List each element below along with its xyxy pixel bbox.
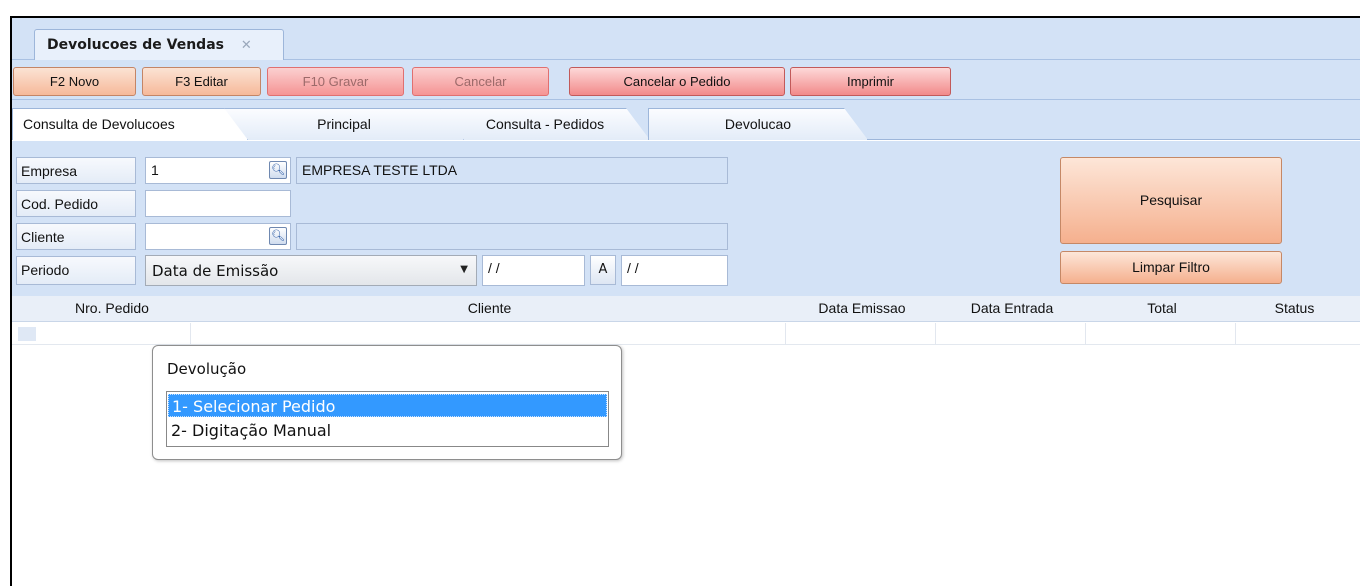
grid-header: Nro. Pedido Cliente Data Emissao Data En…	[12, 296, 1360, 322]
column-divider	[190, 323, 191, 345]
column-header-data-emissao[interactable]: Data Emissao	[787, 300, 937, 316]
option-selecionar-pedido[interactable]: 1- Selecionar Pedido	[168, 394, 607, 417]
search-button[interactable]: Pesquisar	[1060, 157, 1282, 244]
column-header-total[interactable]: Total	[1087, 300, 1237, 316]
column-header-data-entrada[interactable]: Data Entrada	[937, 300, 1087, 316]
column-divider	[935, 323, 936, 345]
document-tab[interactable]: Devolucoes de Vendas ✕	[34, 29, 284, 60]
popup-title: Devolução	[167, 360, 247, 378]
devolucao-popup: Devolução 1- Selecionar Pedido 2- Digita…	[152, 345, 622, 460]
column-divider	[1085, 323, 1086, 345]
page-tab-strip: Consulta - Pedidos Devolucao Principal C…	[12, 100, 1360, 140]
option-digitacao-manual[interactable]: 2- Digitação Manual	[168, 419, 607, 442]
periodo-to-label: A	[590, 255, 616, 285]
periodo-label: Periodo	[16, 256, 136, 285]
periodo-type-select[interactable]: Data de Emissão ▼	[145, 255, 477, 286]
print-button[interactable]: Imprimir	[790, 67, 951, 96]
tab-devolucao[interactable]: Devolucao	[648, 108, 868, 140]
cliente-label: Cliente	[16, 223, 136, 250]
save-button[interactable]: F10 Gravar	[267, 67, 404, 96]
cancel-order-button[interactable]: Cancelar o Pedido	[569, 67, 785, 96]
column-header-status[interactable]: Status	[1237, 300, 1352, 316]
close-icon[interactable]: ✕	[241, 38, 252, 53]
cliente-search-icon[interactable]: 🔍︎	[269, 227, 287, 245]
tab-consulta-pedidos[interactable]: Consulta - Pedidos	[440, 108, 650, 140]
toolbar: F2 Novo F3 Editar F10 Gravar Cancelar Ca…	[12, 60, 1360, 100]
edit-button[interactable]: F3 Editar	[142, 67, 261, 96]
cod-pedido-label: Cod. Pedido	[16, 190, 136, 217]
periodo-selected-value: Data de Emissão	[152, 262, 279, 280]
new-button[interactable]: F2 Novo	[13, 67, 136, 96]
document-tab-strip: Devolucoes de Vendas ✕	[12, 18, 1360, 60]
table-row[interactable]	[12, 323, 1360, 345]
main-window: Devolucoes de Vendas ✕ F2 Novo F3 Editar…	[10, 16, 1360, 586]
clear-filter-button[interactable]: Limpar Filtro	[1060, 251, 1282, 284]
row-indicator	[18, 327, 36, 341]
document-tab-title: Devolucoes de Vendas	[47, 37, 224, 53]
tab-principal[interactable]: Principal	[224, 108, 464, 140]
column-header-cliente[interactable]: Cliente	[192, 300, 787, 316]
empresa-name-field: EMPRESA TESTE LTDA	[296, 157, 728, 184]
chevron-down-icon: ▼	[460, 264, 468, 275]
cliente-name-field	[296, 223, 728, 250]
cancel-button[interactable]: Cancelar	[412, 67, 549, 96]
column-header-nro-pedido[interactable]: Nro. Pedido	[42, 300, 182, 316]
column-divider	[1235, 323, 1236, 345]
cod-pedido-field[interactable]	[145, 190, 291, 217]
periodo-from-field[interactable]: / /	[482, 255, 585, 286]
column-divider	[785, 323, 786, 345]
tab-consulta-devolucoes[interactable]: Consulta de Devolucoes	[12, 108, 248, 140]
devolucao-option-list[interactable]: 1- Selecionar Pedido 2- Digitação Manual	[166, 391, 609, 447]
periodo-to-field[interactable]: / /	[621, 255, 728, 286]
empresa-search-icon[interactable]: 🔍︎	[269, 161, 287, 179]
empresa-label: Empresa	[16, 157, 136, 184]
